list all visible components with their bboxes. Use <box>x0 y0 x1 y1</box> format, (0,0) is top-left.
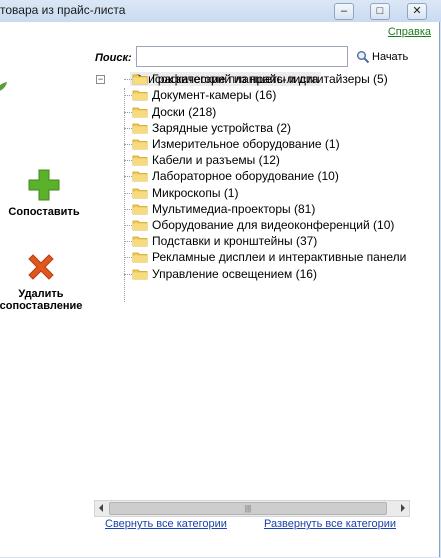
tree-item-label: Зарядные устройства (2) <box>152 120 292 135</box>
tree-connector-branch <box>124 160 132 162</box>
tree-connector-branch <box>124 192 132 194</box>
folder-icon <box>132 220 148 231</box>
scroll-left-arrow[interactable] <box>99 504 103 512</box>
tree-item-label: Кабели и разъемы (12) <box>152 153 280 168</box>
collapse-all-link[interactable]: Свернуть все категории <box>105 518 227 530</box>
unmatch-label-line2: сопоставление <box>0 300 83 312</box>
tree-connector-branch <box>124 95 132 97</box>
tree-item-label: Графические планшеты и дигитайзеры (5) <box>152 72 388 87</box>
folder-icon <box>132 155 148 166</box>
help-link[interactable]: Справка <box>388 26 431 38</box>
tree-item-label: Оборудование для видеоконференций (10) <box>152 218 395 232</box>
title-bar: товара из прайс-листа ‒ □ ✕ <box>0 0 441 22</box>
search-start-button[interactable]: Начать <box>356 50 408 64</box>
folder-icon <box>132 171 148 182</box>
horizontal-scrollbar[interactable]: ||| <box>94 500 410 517</box>
tree-connector-branch <box>124 241 132 243</box>
search-label: Поиск: <box>95 52 132 64</box>
tree-connector <box>124 88 125 302</box>
folder-icon <box>132 139 148 150</box>
tree-collapse-toggle[interactable]: − <box>96 75 105 84</box>
tree-connector-branch <box>124 111 132 113</box>
window-title: товара из прайс-листа <box>0 3 126 17</box>
match-label: Сопоставить <box>8 206 80 218</box>
dialog-body: Справка Сопоставить Удалить сопоставлени… <box>0 22 440 557</box>
tree-connector-branch <box>124 208 132 210</box>
tree-connector-branch <box>124 225 132 226</box>
tree-connector-branch <box>124 257 132 259</box>
category-tree: − Список категорий из прайс-листа Аксесс… <box>94 71 424 516</box>
tree-item-label: Мультимедиа-проекторы (81) <box>152 201 316 216</box>
search-input[interactable] <box>136 46 348 67</box>
scroll-thumb[interactable]: ||| <box>109 502 387 515</box>
tree-connector-branch <box>124 79 132 81</box>
folder-icon <box>132 107 148 117</box>
folder-icon <box>132 236 148 247</box>
magnifier-icon <box>357 51 370 64</box>
unmatch-action[interactable]: Удалить сопоставление <box>0 250 96 312</box>
unmatch-label-line1: Удалить <box>18 288 64 300</box>
tree-connector-branch <box>124 127 132 129</box>
tree-item-label: Измерительное оборудование (1) <box>152 137 340 151</box>
folder-icon <box>132 204 148 215</box>
tree-item-label: Управление освещением (16) <box>152 266 317 281</box>
tree-item-label: Подставки и кронштейны (37) <box>152 234 318 249</box>
leaf-icon <box>0 82 7 91</box>
tree-connector-branch <box>124 144 132 145</box>
folder-icon <box>132 90 148 101</box>
tree-item-label: Документ-камеры (16) <box>152 88 277 103</box>
minimize-button[interactable]: ‒ <box>334 3 354 20</box>
folder-icon <box>132 269 148 279</box>
tree-item-label: Микроскопы (1) <box>152 185 239 200</box>
folder-icon <box>132 74 148 85</box>
expand-all-link[interactable]: Развернуть все категории <box>264 518 396 530</box>
search-start-label: Начать <box>372 51 409 63</box>
tree-item-label: Рекламные дисплеи и интерактивные панели <box>152 250 407 265</box>
match-action[interactable]: Сопоставить <box>0 168 94 218</box>
folder-icon <box>132 188 148 198</box>
maximize-button[interactable]: □ <box>370 3 390 20</box>
orange-x-icon <box>28 254 54 280</box>
tree-connector-branch <box>124 176 132 178</box>
close-button[interactable]: ✕ <box>407 3 427 20</box>
tree-item-label: Доски (218) <box>152 104 217 119</box>
tree-connector-branch <box>124 273 132 275</box>
folder-icon <box>132 123 148 134</box>
scroll-right-arrow[interactable] <box>401 504 405 512</box>
tree-item-label: Лабораторное оборудование (10) <box>152 169 339 184</box>
folder-icon <box>132 252 148 263</box>
green-plus-icon <box>28 169 60 201</box>
